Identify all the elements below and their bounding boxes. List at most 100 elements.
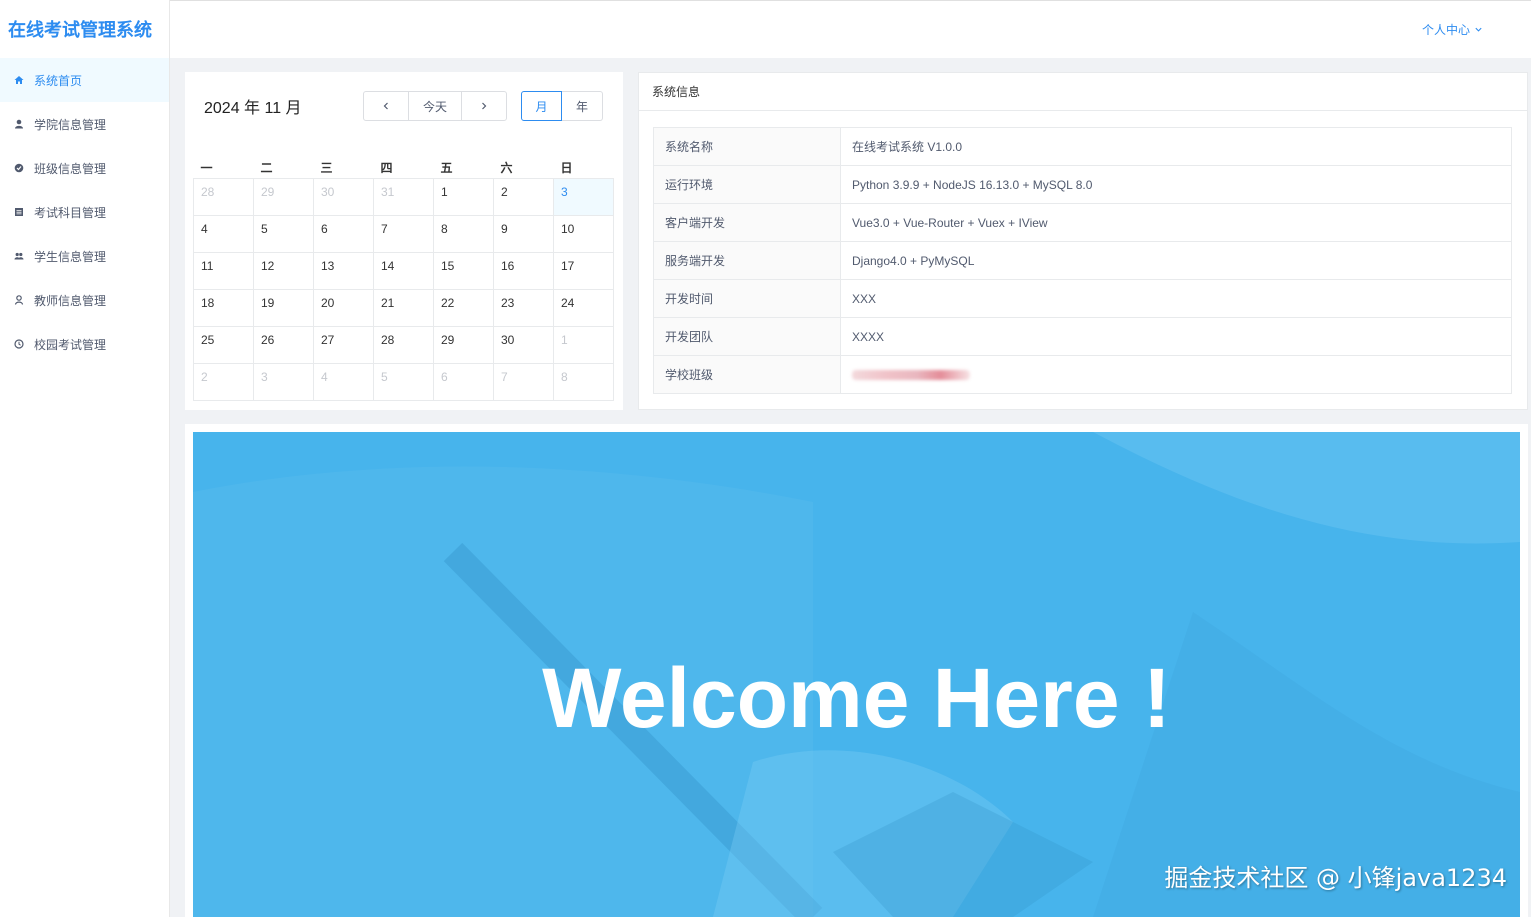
next-month-button[interactable] <box>462 92 506 120</box>
calendar-title: 2024 年 11 月 <box>204 100 302 117</box>
calendar-day-cell[interactable]: 19 <box>253 288 314 327</box>
weekday-header: 二 <box>260 160 273 175</box>
info-value: XXXX <box>840 317 1512 356</box>
calendar-day-cell[interactable]: 11 <box>193 251 254 290</box>
calendar-day-cell[interactable]: 1 <box>433 177 494 216</box>
calendar-day-cell[interactable]: 5 <box>373 362 434 401</box>
sidebar-menu: 系统首页 学院信息管理 班级信息管理 考试科目管理 学生信息管理 教师信息管理 … <box>0 58 169 366</box>
welcome-heading: Welcome Here ! <box>542 651 1171 745</box>
prev-month-button[interactable] <box>364 92 408 120</box>
system-info-title: 系统信息 <box>639 73 1527 111</box>
calendar-day-cell-today[interactable]: 3 <box>553 177 614 216</box>
top-header: 个人中心 <box>170 0 1531 58</box>
calendar-day-cell[interactable]: 2 <box>193 362 254 401</box>
calendar-day-cell[interactable]: 31 <box>373 177 434 216</box>
calendar-week-row: 4 5 6 7 8 9 10 <box>193 214 614 253</box>
circle-icon <box>12 161 26 175</box>
sidebar-item-home[interactable]: 系统首页 <box>0 58 169 102</box>
table-row: 服务端开发 Django4.0 + PyMySQL <box>653 241 1512 280</box>
sidebar-item-label: 校园考试管理 <box>34 337 107 352</box>
info-value: Django4.0 + PyMySQL <box>840 241 1512 280</box>
sidebar-item-college[interactable]: 学院信息管理 <box>0 102 169 146</box>
app-logo-title: 在线考试管理系统 <box>8 20 152 41</box>
calendar-day-cell[interactable]: 6 <box>313 214 374 253</box>
calendar-week-row: 11 12 13 14 15 16 17 <box>193 251 614 290</box>
sidebar-item-teacher[interactable]: 教师信息管理 <box>0 278 169 322</box>
calendar-day-cell[interactable]: 25 <box>193 325 254 364</box>
weekday-header-row: 一 二 三 四 五 六 日 <box>194 148 614 178</box>
calendar-day-cell[interactable]: 28 <box>193 177 254 216</box>
watermark-text: 掘金技术社区 @ 小锋java1234 <box>1164 864 1507 892</box>
user-center-label: 个人中心 <box>1421 23 1470 37</box>
calendar-grid: 一 二 三 四 五 六 日 28 29 30 31 1 2 3 4 5 6 7 … <box>193 148 614 401</box>
calendar-week-row: 18 19 20 21 22 23 24 <box>193 288 614 327</box>
weekday-header: 四 <box>380 160 393 175</box>
calendar-day-cell[interactable]: 7 <box>493 362 554 401</box>
calendar-day-cell[interactable]: 22 <box>433 288 494 327</box>
calendar-day-cell[interactable]: 8 <box>553 362 614 401</box>
calendar-day-cell[interactable]: 23 <box>493 288 554 327</box>
calendar-day-cell[interactable]: 18 <box>193 288 254 327</box>
weekday-header: 五 <box>440 160 453 175</box>
sidebar-item-student[interactable]: 学生信息管理 <box>0 234 169 278</box>
calendar-day-cell[interactable]: 30 <box>493 325 554 364</box>
info-key: 运行环境 <box>653 165 841 204</box>
sidebar-item-class[interactable]: 班级信息管理 <box>0 146 169 190</box>
calendar-day-cell[interactable]: 4 <box>193 214 254 253</box>
system-info-table: 系统名称 在线考试系统 V1.0.0 运行环境 Python 3.9.9 + N… <box>653 127 1512 394</box>
calendar-day-cell[interactable]: 21 <box>373 288 434 327</box>
calendar-day-cell[interactable]: 17 <box>553 251 614 290</box>
calendar-day-cell[interactable]: 27 <box>313 325 374 364</box>
info-key: 客户端开发 <box>653 203 841 242</box>
calendar-day-cell[interactable]: 2 <box>493 177 554 216</box>
calendar-day-cell[interactable]: 14 <box>373 251 434 290</box>
calendar-day-cell[interactable]: 10 <box>553 214 614 253</box>
info-key: 开发时间 <box>653 279 841 318</box>
month-view-button[interactable]: 月 <box>521 91 562 121</box>
weekday-header: 日 <box>560 160 573 175</box>
calendar-view-toggle: 月 年 <box>521 91 603 121</box>
info-value-redacted <box>840 355 1512 394</box>
calendar-day-cell[interactable]: 26 <box>253 325 314 364</box>
info-key: 开发团队 <box>653 317 841 356</box>
calendar-day-cell[interactable]: 29 <box>253 177 314 216</box>
chevron-left-icon <box>383 102 388 110</box>
welcome-banner-card: Welcome Here ! <box>185 424 1528 917</box>
calendar-day-cell[interactable]: 4 <box>313 362 374 401</box>
document-icon <box>12 205 26 219</box>
calendar-day-cell[interactable]: 13 <box>313 251 374 290</box>
table-row: 运行环境 Python 3.9.9 + NodeJS 16.13.0 + MyS… <box>653 165 1512 204</box>
calendar-day-cell[interactable]: 28 <box>373 325 434 364</box>
calendar-day-cell[interactable]: 7 <box>373 214 434 253</box>
calendar-day-cell[interactable]: 29 <box>433 325 494 364</box>
calendar-day-cell[interactable]: 6 <box>433 362 494 401</box>
calendar-day-cell[interactable]: 3 <box>253 362 314 401</box>
today-button[interactable]: 今天 <box>408 92 462 120</box>
calendar-day-cell[interactable]: 24 <box>553 288 614 327</box>
calendar-nav: 今天 <box>363 91 507 121</box>
info-value: Vue3.0 + Vue-Router + Vuex + IView <box>840 203 1512 242</box>
calendar-day-cell[interactable]: 8 <box>433 214 494 253</box>
clock-icon <box>12 337 26 351</box>
calendar-day-cell[interactable]: 1 <box>553 325 614 364</box>
calendar-day-cell[interactable]: 9 <box>493 214 554 253</box>
app: 在线考试管理系统 系统首页 学院信息管理 班级信息管理 考试科目管理 学生信息管… <box>0 0 1531 917</box>
user-center-dropdown[interactable]: 个人中心 <box>1422 21 1483 38</box>
sidebar: 在线考试管理系统 系统首页 学院信息管理 班级信息管理 考试科目管理 学生信息管… <box>0 0 170 917</box>
calendar-day-cell[interactable]: 30 <box>313 177 374 216</box>
calendar-day-cell[interactable]: 20 <box>313 288 374 327</box>
sidebar-item-subject[interactable]: 考试科目管理 <box>0 190 169 234</box>
year-view-button[interactable]: 年 <box>562 91 603 121</box>
sidebar-item-exam[interactable]: 校园考试管理 <box>0 322 169 366</box>
calendar-day-cell[interactable]: 5 <box>253 214 314 253</box>
teacher-icon <box>12 293 26 307</box>
calendar-day-cell[interactable]: 12 <box>253 251 314 290</box>
info-key: 系统名称 <box>653 127 841 166</box>
sidebar-item-label: 考试科目管理 <box>34 205 107 220</box>
calendar-day-cell[interactable]: 16 <box>493 251 554 290</box>
calendar-day-cell[interactable]: 15 <box>433 251 494 290</box>
calendar-week-row: 25 26 27 28 29 30 1 <box>193 325 614 364</box>
sidebar-item-label: 系统首页 <box>34 73 83 88</box>
sidebar-item-label: 班级信息管理 <box>34 161 107 176</box>
table-row: 系统名称 在线考试系统 V1.0.0 <box>653 127 1512 166</box>
